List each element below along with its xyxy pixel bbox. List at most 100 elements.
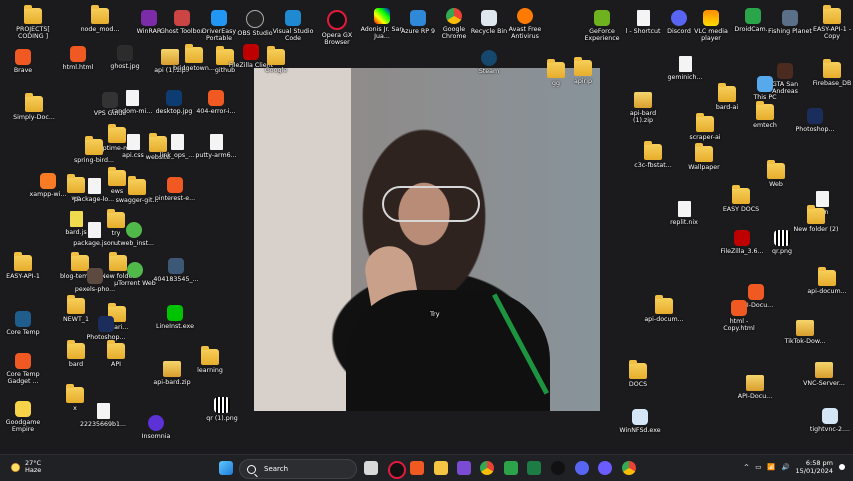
desktop-icon-winnfsd[interactable]: WinNFSd.exe [617,409,663,434]
weather-widget[interactable]: 27°C Haze [10,460,41,474]
photoshop-icon [807,108,823,124]
desktop-icon-desktop-jpg[interactable]: desktop.jpg [151,90,197,115]
desktop-icon-goodgame[interactable]: Goodgame Empire [0,401,46,433]
desktop-icon-web[interactable]: Web [753,160,799,188]
desktop-icon-geforce[interactable]: GeForce Experience [579,10,625,42]
desktop-icon-easyapi-copy[interactable]: EASY-API-1 - Copy [809,5,853,40]
excel-icon[interactable] [527,461,541,475]
file-explorer-icon[interactable] [434,461,448,475]
installer-icon [632,409,648,425]
desktop-icon-google[interactable]: Google [253,46,299,74]
desktop-icon-emtech[interactable]: emtech [742,101,788,129]
desktop-icon-photoshop-left[interactable]: Photoshop... [83,316,129,341]
desktop-icon-this-pc[interactable]: This PC [742,76,788,101]
desktop-icon-insomnia[interactable]: Insomnia [133,415,179,440]
file-icon [170,134,184,150]
desktop-icon-lineinst[interactable]: LineInst.exe [152,305,198,330]
desktop-icon-404-error[interactable]: 404-error-i... [193,90,239,115]
photo-shirt [346,290,550,411]
desktop-icon-gg[interactable]: gg [533,59,579,87]
desktop-icon-404183545[interactable]: 404183545_... [153,258,199,283]
desktop-icon-pexels[interactable]: pexels-pho... [72,268,118,293]
line-icon [167,305,183,321]
search-box[interactable]: Search [239,459,357,479]
start-button[interactable] [219,461,233,475]
desktop-icon-geminich[interactable]: geminich... [662,56,708,81]
desktop-icon-api-bard-1-zip[interactable]: api-bard (1).zip [620,92,666,124]
folder-icon [67,340,85,359]
weather-text: 27°C Haze [25,460,41,474]
desktop-icon-scraper-ai[interactable]: scraper-ai [682,113,728,141]
desktop-icon-simply-doc[interactable]: Simply-Doc... [11,93,57,121]
desktop-icon-firebase-db[interactable]: Firebase_DB [809,59,853,87]
desktop-icon-random-mi[interactable]: random-mi... [109,90,155,115]
desktop-icon-avast[interactable]: Avast Free Antivirus [502,8,548,40]
desktop-icon-photoshop-right[interactable]: Photoshop... [792,108,838,133]
tray-chevron-icon[interactable]: ^ [744,463,749,471]
desktop-icon-vscode[interactable]: Visual Studio Code [270,10,316,42]
discord-icon[interactable] [575,461,589,475]
desktop-icon-steam[interactable]: Steam [466,50,512,75]
opera-gx-icon[interactable] [388,461,406,479]
image-icon [168,258,184,274]
desktop-icon-operagx[interactable]: Opera GX Browser [314,10,360,46]
desktop-icon-utweb[interactable]: utweb_inst... [111,222,157,247]
android-studio-icon[interactable] [504,461,518,475]
obs-icon [246,10,264,28]
desktop-icon-api-docum-right[interactable]: api-docum... [804,267,850,295]
desktop-icon-2223[interactable]: 22235669b1... [80,403,126,428]
desktop-icon-fishing-planet[interactable]: Fishing Planet [767,10,813,35]
filezilla-icon [734,230,750,246]
vscode-icon [285,10,301,26]
desktop-icon-api-docu-3[interactable]: API-Docu... [732,375,778,400]
desktop-icon-api[interactable]: API [93,340,139,368]
desktop-icon-putty[interactable]: putty-arm6... [193,134,239,159]
clock[interactable]: 6:58 pm 15/01/2024 [796,459,833,475]
desktop-icon-core-temp[interactable]: Core Temp [0,311,46,336]
zip-icon [163,361,181,377]
volume-icon[interactable]: 🔊 [781,463,789,471]
desktop-icon-qr-1[interactable]: qr (1).png [199,397,245,422]
visual-studio-icon[interactable] [457,461,471,475]
zip-icon [746,375,764,391]
file-icon [96,403,110,419]
desktop-icon-html-copy[interactable]: html - Copy.html [716,300,762,332]
folder-icon [818,267,836,286]
desktop-icon-ghost-jpg[interactable]: ghost.jpg [102,45,148,70]
image-icon [87,268,103,284]
chrome-profile-icon[interactable] [622,461,636,475]
obs-icon[interactable] [598,461,612,475]
desktop-icon-pinterest[interactable]: pinterest-e... [152,177,198,202]
desktop-icon-easy-docs[interactable]: EASY DOCS [718,185,764,213]
desktop-icon-wallpaper[interactable]: Wallpaper [681,143,727,171]
desktop-icon-utorrent[interactable]: µTorrent Web [112,262,158,287]
desktop-icon-easy-api-1[interactable]: EASY-API-1 [0,252,46,280]
chrome-icon[interactable] [480,461,494,475]
task-view-icon[interactable] [364,461,378,475]
desktop-icon-learning[interactable]: learning [187,346,233,374]
brave-icon[interactable] [410,461,424,475]
desktop-icon-html-html[interactable]: html.html [55,46,101,71]
folder-icon [25,93,43,112]
desktop-icon-vlc[interactable]: VLC media player [688,10,734,42]
desktop-icon-api-docum-mid[interactable]: api-docum... [641,295,687,323]
desktop-icon-c3c[interactable]: c3c-fbstat... [630,141,676,169]
wifi-icon[interactable]: 📶 [767,463,775,471]
desktop-icon-new-folder-2[interactable]: New folder (2) [793,205,839,233]
desktop-icon-tiktok[interactable]: TikTok-Dow... [782,320,828,345]
language-icon[interactable]: ▭ [755,463,761,471]
desktop-icon-tightvnc[interactable]: tightvnc-2.... [807,408,853,433]
notification-icon[interactable] [839,464,845,470]
desktop-icon-vnc[interactable]: VNC-Server... [801,362,847,387]
desktop-icon-qr-png[interactable]: qr.png [759,230,805,255]
desktop-icon-projects-coding[interactable]: PROJECTS[ CODING ] [10,5,56,40]
folder-icon [547,59,565,78]
goodgame-icon [15,401,31,417]
github-icon[interactable] [551,461,565,475]
desktop-icon-docs[interactable]: DOCS [615,360,661,388]
desktop-icon-node-modules[interactable]: node_mod... [77,5,123,33]
desktop-icon-replit[interactable]: replit.nix [661,201,707,226]
desktop-icon-brave[interactable]: Brave [0,49,46,74]
desktop-icon-core-temp-gadget[interactable]: Core Temp Gadget ... [0,353,46,385]
file-icon [125,90,139,106]
